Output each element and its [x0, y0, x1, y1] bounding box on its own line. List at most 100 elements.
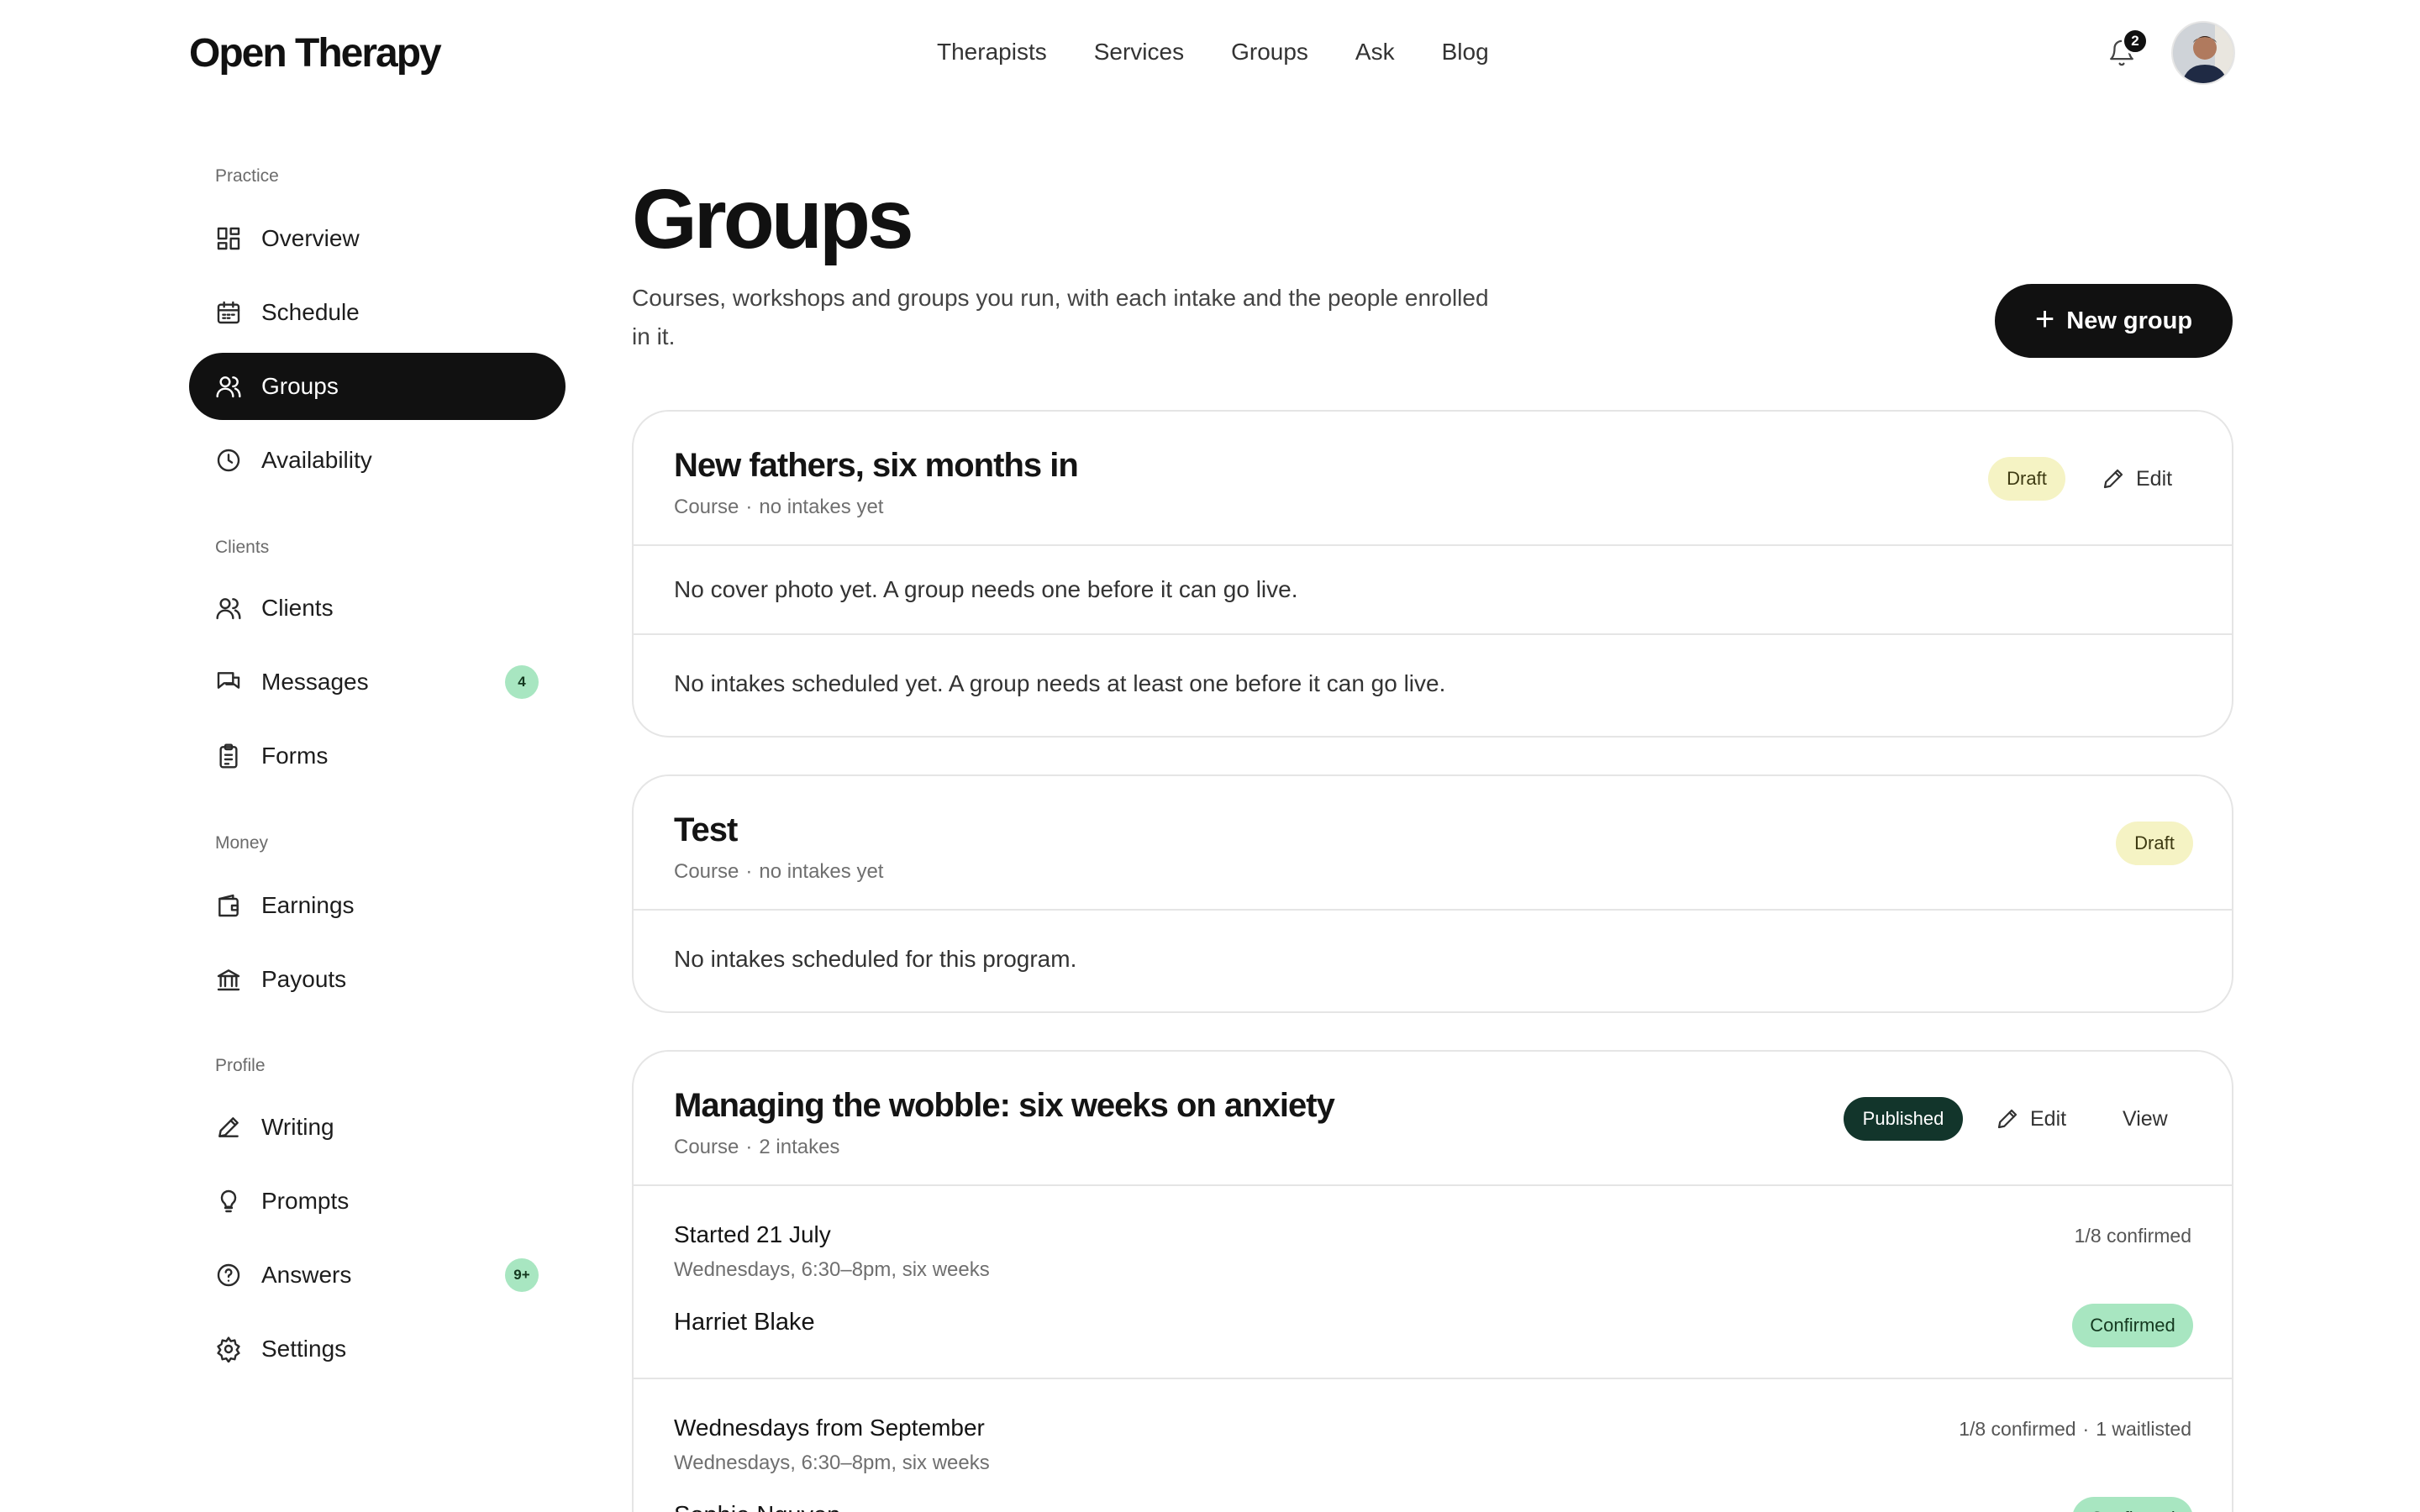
gear-icon [214, 1335, 243, 1363]
sidebar-item-label: Clients [261, 595, 334, 621]
answers-count-badge: 9+ [505, 1258, 539, 1292]
enrollee-name[interactable]: Sophie Nguyen [674, 1502, 840, 1512]
edit-label: Edit [2136, 466, 2173, 491]
sidebar-item-writing[interactable]: Writing [189, 1094, 566, 1161]
edit-button[interactable]: Edit [1995, 1099, 2066, 1139]
intake-title[interactable]: Wednesdays from September [674, 1415, 985, 1441]
intake-row: Wednesdays from September Wednesdays, 6:… [634, 1379, 2232, 1512]
group-card-header: Managing the wobble: six weeks on anxiet… [634, 1052, 2232, 1186]
group-title[interactable]: New fathers, six months in [674, 447, 1079, 485]
sidebar-item-label: Groups [261, 373, 339, 399]
question-icon [214, 1261, 243, 1289]
pencil-icon [2103, 469, 2123, 489]
sidebar-item-availability[interactable]: Availability [189, 427, 566, 494]
sidebar-item-clients[interactable]: Clients [189, 575, 566, 642]
sidebar-item-label: Writing [261, 1114, 334, 1140]
sidebar-item-label: Earnings [261, 892, 355, 918]
group-title[interactable]: Test [674, 811, 738, 849]
intake-schedule: Wednesdays, 6:30–8pm, six weeks [674, 1452, 990, 1474]
sidebar-item-schedule[interactable]: Schedule [189, 279, 566, 346]
group-type: Course [674, 860, 739, 883]
group-type: Course [674, 496, 739, 518]
intake-count: 1/8 confirmed · 1 waitlisted [1959, 1418, 2191, 1440]
enrollee-status-badge: Confirmed [2072, 1497, 2193, 1512]
sidebar-item-payouts[interactable]: Payouts [189, 946, 566, 1013]
people-icon [214, 594, 243, 622]
page-subtitle: Courses, workshops and groups you run, w… [632, 285, 1489, 349]
sidebar-item-messages[interactable]: Messages 4 [189, 648, 566, 716]
enrollee-status-badge: Confirmed [2072, 1304, 2193, 1347]
clipboard-icon [214, 742, 243, 770]
lightbulb-icon [214, 1187, 243, 1215]
group-card: Managing the wobble: six weeks on anxiet… [632, 1050, 2233, 1512]
group-meta: Course · no intakes yet [674, 860, 884, 883]
group-card-header: New fathers, six months in Course · no int… [634, 412, 2232, 546]
nav-groups[interactable]: Groups [1231, 39, 1308, 66]
view-button[interactable]: View [2123, 1099, 2168, 1139]
group-note-row: No intakes scheduled yet. A group needs … [634, 635, 2232, 736]
sidebar-section-clients: Clients [215, 538, 270, 557]
status-badge: Draft [2116, 822, 2193, 865]
intake-row: Started 21 July Wednesdays, 6:30–8pm, si… [634, 1186, 2232, 1379]
sidebar-section-practice: Practice [215, 166, 279, 186]
new-group-button[interactable]: + New group [1995, 284, 2233, 358]
sidebar-section-money: Money [215, 833, 269, 853]
messages-count-badge: 4 [505, 665, 539, 699]
notification-badge: 2 [2122, 28, 2149, 55]
sidebar-item-label: Availability [261, 447, 372, 473]
intake-count: 1/8 confirmed [2074, 1225, 2191, 1247]
calendar-icon [214, 298, 243, 327]
group-intakes-summary: no intakes yet [759, 496, 884, 518]
grid-icon [214, 224, 243, 253]
group-card: Test Course · no intakes yet Draft No inta… [632, 774, 2233, 1013]
view-label: View [2123, 1106, 2168, 1131]
sidebar-item-settings[interactable]: Settings [189, 1315, 566, 1383]
sidebar-item-label: Overview [261, 225, 360, 251]
sidebar-item-label: Forms [261, 743, 329, 769]
users-icon [214, 372, 243, 401]
nav-blog[interactable]: Blog [1442, 39, 1489, 66]
edit-button[interactable]: Edit [2101, 459, 2172, 499]
sidebar-item-forms[interactable]: Forms [189, 722, 566, 790]
user-avatar[interactable] [2171, 21, 2235, 85]
group-note: No cover photo yet. A group needs one be… [674, 576, 1298, 602]
intake-schedule: Wednesdays, 6:30–8pm, six weeks [674, 1258, 990, 1281]
sidebar-item-label: Settings [261, 1336, 347, 1362]
sidebar-item-answers[interactable]: Answers 9+ [189, 1242, 566, 1309]
app-logo[interactable]: Open Therapy [189, 30, 442, 76]
nav-ask[interactable]: Ask [1355, 39, 1395, 66]
sidebar-item-label: Payouts [261, 966, 347, 992]
group-card: New fathers, six months in Course · no int… [632, 410, 2233, 738]
group-meta: Course · no intakes yet [674, 496, 884, 518]
status-badge: Draft [1988, 457, 2065, 501]
status-badge: Published [1844, 1097, 1963, 1141]
sidebar-item-groups[interactable]: Groups [189, 353, 566, 420]
group-title[interactable]: Managing the wobble: six weeks on anxiet… [674, 1087, 1335, 1125]
nav-therapists[interactable]: Therapists [937, 39, 1047, 66]
group-meta: Course · 2 intakes [674, 1136, 840, 1158]
sidebar-section-profile: Profile [215, 1056, 266, 1075]
group-note: No intakes scheduled for this program. [674, 946, 1077, 972]
group-type: Course [674, 1136, 739, 1158]
sidebar-item-label: Messages [261, 669, 369, 695]
top-nav: Therapists Services Groups Ask Blog [937, 39, 1489, 66]
sidebar-item-overview[interactable]: Overview [189, 205, 566, 272]
edit-label: Edit [2030, 1106, 2067, 1131]
group-note-row: No cover photo yet. A group needs one be… [634, 546, 2232, 635]
page-title: Groups [632, 172, 914, 266]
intake-title[interactable]: Started 21 July [674, 1221, 831, 1248]
group-intakes-summary: no intakes yet [759, 860, 884, 883]
sidebar-item-earnings[interactable]: Earnings [189, 872, 566, 939]
nav-services[interactable]: Services [1094, 39, 1184, 66]
group-note-row: No intakes scheduled for this program. [634, 911, 2232, 1011]
sidebar-item-label: Schedule [261, 299, 360, 325]
group-note: No intakes scheduled yet. A group needs … [674, 670, 1446, 696]
pen-icon [214, 1113, 243, 1142]
sidebar-item-prompts[interactable]: Prompts [189, 1168, 566, 1235]
sidebar-item-label: Answers [261, 1262, 352, 1288]
clock-icon [214, 446, 243, 475]
chat-icon [214, 668, 243, 696]
sidebar-item-label: Prompts [261, 1188, 350, 1214]
enrollee-name[interactable]: Harriet Blake [674, 1309, 815, 1336]
group-card-header: Test Course · no intakes yet Draft [634, 776, 2232, 911]
